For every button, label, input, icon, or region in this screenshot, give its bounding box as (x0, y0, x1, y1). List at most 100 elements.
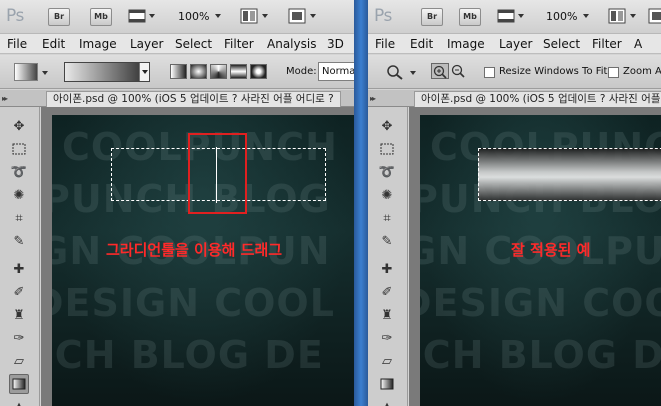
arrange-documents-icon[interactable] (608, 8, 626, 24)
mode-label: Mode: (286, 66, 317, 77)
crop-tool-icon[interactable]: ⌗ (377, 208, 397, 228)
resize-windows-label: Resize Windows To Fit (499, 66, 608, 77)
photoshop-logo: Ps (374, 6, 392, 26)
zoom-level[interactable]: 100% (546, 10, 577, 23)
gradient-dropdown-button[interactable] (139, 63, 149, 81)
panel-grip-icon[interactable]: ▸▸ (2, 94, 8, 103)
bridge-button[interactable]: Br (48, 8, 70, 26)
resize-windows-checkbox[interactable] (484, 67, 495, 78)
quick-selection-tool-icon[interactable]: ✺ (9, 185, 29, 205)
menu-analysis[interactable]: Analysis (267, 37, 316, 51)
screenshot-root: Ps Br Mb 100% File Edit Image Layer Sele… (0, 0, 661, 406)
marquee-tool-icon[interactable] (9, 139, 29, 159)
move-tool-icon[interactable]: ✥ (9, 116, 29, 136)
document-tab-bar: ▸▸ 아이폰.psd @ 100% (iOS 5 업데이트 ? 사라진 어플 (368, 90, 661, 107)
menu-image[interactable]: Image (447, 37, 485, 51)
menu-file[interactable]: File (375, 37, 395, 51)
blur-tool-icon[interactable]: ▲ (377, 397, 397, 406)
mode-select[interactable]: Normal (318, 62, 354, 81)
application-bar: Ps Br Mb 100% (368, 0, 661, 34)
mini-bridge-button[interactable]: Mb (90, 8, 112, 26)
menu-file[interactable]: File (7, 37, 27, 51)
document-canvas[interactable]: COOLPUNCH PUNCH BLOG IGN COOLPUN DESIGN … (420, 115, 661, 406)
screen-mode-icon[interactable] (648, 8, 661, 24)
gradient-picker[interactable] (64, 62, 150, 82)
eraser-tool-icon[interactable]: ▱ (9, 351, 29, 371)
blur-tool-icon[interactable]: ▲ (9, 397, 29, 406)
history-brush-tool-icon[interactable]: ✑ (9, 328, 29, 348)
document-tab[interactable]: 아이폰.psd @ 100% (iOS 5 업데이트 ? 사라진 어플 (414, 91, 661, 107)
brush-tool-icon[interactable]: ✐ (377, 282, 397, 302)
chevron-down-icon[interactable] (215, 14, 221, 18)
chevron-down-icon[interactable] (410, 71, 416, 75)
healing-brush-tool-icon[interactable]: ✚ (9, 259, 29, 279)
menu-3d[interactable]: 3D (327, 37, 344, 51)
history-brush-tool-icon[interactable]: ✑ (377, 328, 397, 348)
zoom-out-icon[interactable] (450, 63, 468, 79)
menu-analysis-cut[interactable]: A (634, 37, 642, 51)
zoom-in-icon[interactable] (431, 63, 449, 79)
diamond-gradient-button[interactable] (250, 64, 267, 79)
chevron-down-icon[interactable] (310, 14, 316, 18)
photoshop-logo: Ps (6, 6, 24, 26)
document-tab[interactable]: 아이폰.psd @ 100% (iOS 5 업데이트 ? 사라진 어플 어디로 … (46, 91, 341, 107)
screen-mode-icon[interactable] (288, 8, 306, 24)
chevron-down-icon[interactable] (518, 14, 524, 18)
eyedropper-tool-icon[interactable]: ✎ (9, 231, 29, 251)
view-extras-icon[interactable] (497, 8, 515, 24)
menu-layer[interactable]: Layer (499, 37, 532, 51)
options-bar: Resize Windows To Fit Zoom All (368, 55, 661, 89)
quick-selection-tool-icon[interactable]: ✺ (377, 185, 397, 205)
crop-tool-icon[interactable]: ⌗ (9, 208, 29, 228)
menu-image[interactable]: Image (79, 37, 117, 51)
zoom-level[interactable]: 100% (178, 10, 209, 23)
reflected-gradient-button[interactable] (230, 64, 247, 79)
eyedropper-tool-icon[interactable]: ✎ (377, 231, 397, 251)
gradient-tool-icon[interactable] (377, 374, 397, 394)
eraser-tool-icon[interactable]: ▱ (377, 351, 397, 371)
arrange-documents-icon[interactable] (240, 8, 258, 24)
menu-layer[interactable]: Layer (130, 37, 163, 51)
bridge-button[interactable]: Br (421, 8, 443, 26)
mini-bridge-button[interactable]: Mb (459, 8, 481, 26)
menu-select[interactable]: Select (543, 37, 580, 51)
document-tab-bar: ▸▸ 아이폰.psd @ 100% (iOS 5 업데이트 ? 사라진 어플 어… (0, 90, 354, 107)
zoom-all-checkbox[interactable] (608, 67, 619, 78)
zoom-all-label: Zoom All (623, 66, 661, 77)
background-text: NCH BLOG DE (420, 333, 661, 377)
menu-filter[interactable]: Filter (224, 37, 254, 51)
lasso-tool-icon[interactable]: ➰ (9, 162, 29, 182)
tools-panel: ✥ ➰ ✺ ⌗ ✎ ✚ ✐ ♜ ✑ ▱ ▲ (368, 107, 408, 406)
radial-gradient-button[interactable] (190, 64, 207, 79)
chevron-down-icon[interactable] (149, 14, 155, 18)
move-tool-icon[interactable]: ✥ (377, 116, 397, 136)
menu-bar: File Edit Image Layer Select Filter A (368, 34, 661, 54)
tools-panel: ✥ ➰ ✺ ⌗ ✎ ✚ ✐ ♜ ✑ ▱ ▲ (0, 107, 40, 406)
chevron-down-icon[interactable] (42, 71, 48, 75)
clone-stamp-tool-icon[interactable]: ♜ (9, 305, 29, 325)
linear-gradient-button[interactable] (170, 64, 187, 79)
zoom-tool-icon[interactable] (386, 64, 404, 80)
background-text: NCH BLOG DE (52, 333, 324, 377)
menu-edit[interactable]: Edit (410, 37, 433, 51)
chevron-down-icon[interactable] (630, 14, 636, 18)
menu-select[interactable]: Select (175, 37, 212, 51)
gradient-drag-line (216, 147, 217, 203)
view-extras-icon[interactable] (128, 8, 146, 24)
menu-filter[interactable]: Filter (592, 37, 622, 51)
marquee-tool-icon[interactable] (377, 139, 397, 159)
photoshop-window-right: Ps Br Mb 100% File Edit Image Layer Sele… (368, 0, 661, 406)
gradient-tool-icon[interactable] (9, 374, 29, 394)
chevron-down-icon[interactable] (583, 14, 589, 18)
healing-brush-tool-icon[interactable]: ✚ (377, 259, 397, 279)
menu-edit[interactable]: Edit (42, 37, 65, 51)
panel-grip-icon[interactable]: ▸▸ (370, 94, 376, 103)
angle-gradient-button[interactable] (210, 64, 227, 79)
panel-divider (354, 0, 368, 406)
clone-stamp-tool-icon[interactable]: ♜ (377, 305, 397, 325)
document-canvas[interactable]: COOLPUNCH PUNCH BLOG IGN COOLPUN DESIGN … (52, 115, 354, 406)
tool-preset-picker[interactable] (14, 63, 38, 81)
chevron-down-icon[interactable] (262, 14, 268, 18)
lasso-tool-icon[interactable]: ➰ (377, 162, 397, 182)
brush-tool-icon[interactable]: ✐ (9, 282, 29, 302)
